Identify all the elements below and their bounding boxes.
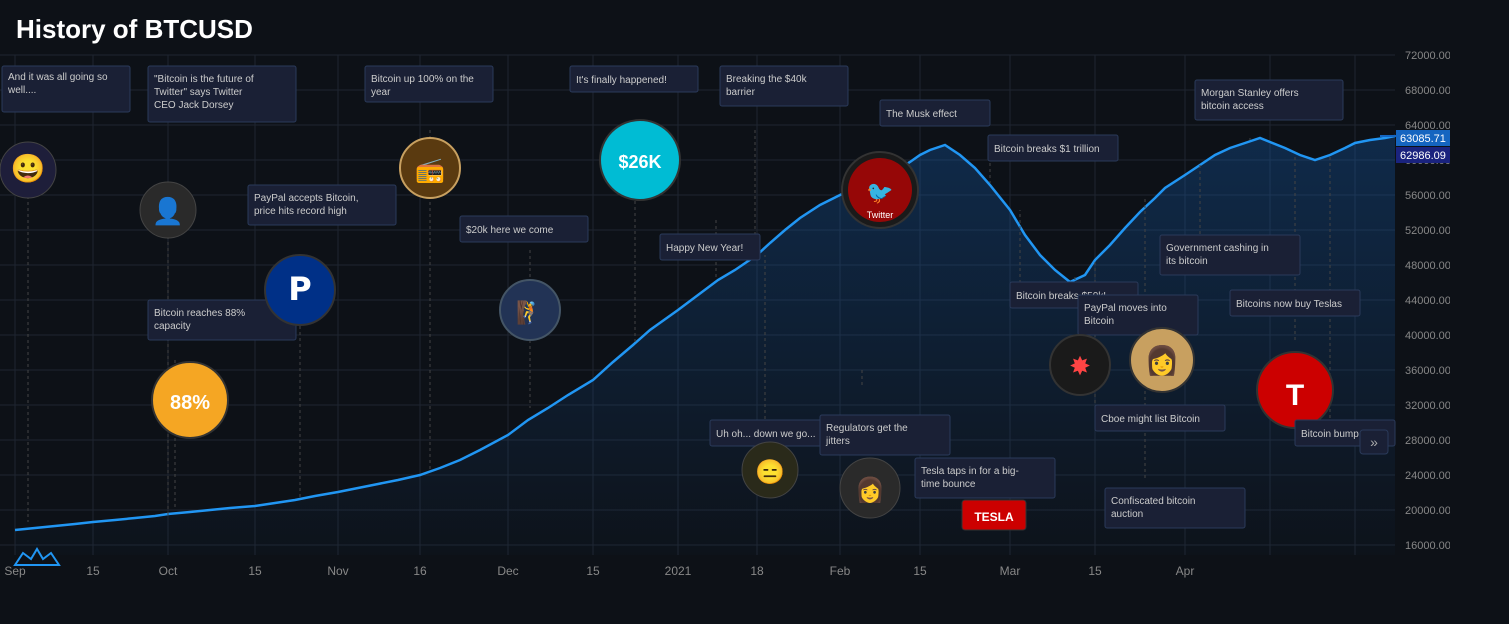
svg-text:15: 15 xyxy=(86,564,100,578)
svg-text:auction: auction xyxy=(1111,509,1143,520)
svg-text:👩: 👩 xyxy=(855,476,885,504)
svg-text:16: 16 xyxy=(413,564,427,578)
svg-text:And it was all going so: And it was all going so xyxy=(8,72,108,83)
svg-text:bitcoin access: bitcoin access xyxy=(1201,101,1264,112)
svg-text:Oct: Oct xyxy=(159,564,178,578)
svg-text:😀: 😀 xyxy=(11,153,46,184)
svg-text:Feb: Feb xyxy=(830,564,851,578)
svg-text:🧗: 🧗 xyxy=(516,300,543,325)
svg-text:»: » xyxy=(1370,434,1378,450)
svg-text:2021: 2021 xyxy=(665,564,692,578)
svg-text:32000.00: 32000.00 xyxy=(1405,400,1450,412)
svg-text:Uh oh... down we go...: Uh oh... down we go... xyxy=(716,429,816,440)
svg-text:its bitcoin: its bitcoin xyxy=(1166,256,1208,267)
svg-text:Twitter" says Twitter: Twitter" says Twitter xyxy=(154,87,243,98)
svg-text:T: T xyxy=(1286,379,1304,412)
svg-text:63085.71: 63085.71 xyxy=(1400,133,1446,145)
svg-text:Cboe might list Bitcoin: Cboe might list Bitcoin xyxy=(1101,414,1200,425)
svg-text:Apr: Apr xyxy=(1176,564,1195,578)
svg-text:Breaking the $40k: Breaking the $40k xyxy=(726,74,808,85)
svg-text:Bitcoin up 100% on the: Bitcoin up 100% on the xyxy=(371,74,474,85)
svg-text:16000.00: 16000.00 xyxy=(1405,540,1450,552)
svg-text:✸: ✸ xyxy=(1069,351,1091,381)
svg-text:price hits record high: price hits record high xyxy=(254,206,347,217)
svg-text:20000.00: 20000.00 xyxy=(1405,505,1450,517)
svg-text:$26K: $26K xyxy=(618,152,661,172)
svg-text:𝗣: 𝗣 xyxy=(288,271,311,307)
svg-text:PayPal moves into: PayPal moves into xyxy=(1084,303,1167,314)
svg-text:28000.00: 28000.00 xyxy=(1405,435,1450,447)
svg-text:62986.09: 62986.09 xyxy=(1400,150,1446,162)
svg-text:👩: 👩 xyxy=(1145,344,1180,377)
svg-text:Confiscated bitcoin: Confiscated bitcoin xyxy=(1111,496,1196,507)
svg-text:40000.00: 40000.00 xyxy=(1405,330,1450,342)
svg-text:Mar: Mar xyxy=(1000,564,1021,578)
svg-text:time bounce: time bounce xyxy=(921,479,976,490)
svg-text:Government cashing in: Government cashing in xyxy=(1166,243,1269,254)
svg-text:TESLA: TESLA xyxy=(974,510,1014,524)
svg-text:Morgan Stanley offers: Morgan Stanley offers xyxy=(1201,88,1299,99)
svg-text:"Bitcoin is the future of: "Bitcoin is the future of xyxy=(154,74,254,85)
svg-text:👤: 👤 xyxy=(152,196,184,226)
svg-text:Tesla taps in for a big-: Tesla taps in for a big- xyxy=(921,466,1019,477)
svg-text:15: 15 xyxy=(586,564,600,578)
page-title: History of BTCUSD xyxy=(16,14,253,45)
svg-text:Twitter: Twitter xyxy=(867,210,894,220)
svg-text:88%: 88% xyxy=(170,392,210,414)
svg-text:Bitcoin bump: Bitcoin bump xyxy=(1301,429,1359,440)
svg-text:well....: well.... xyxy=(7,85,36,96)
svg-text:The Musk effect: The Musk effect xyxy=(886,109,957,120)
svg-text:15: 15 xyxy=(1088,564,1102,578)
svg-text:year: year xyxy=(371,87,391,98)
svg-text:Dec: Dec xyxy=(497,564,518,578)
svg-text:15: 15 xyxy=(248,564,262,578)
svg-text:Bitcoin reaches 88%: Bitcoin reaches 88% xyxy=(154,308,245,319)
svg-text:🐦: 🐦 xyxy=(866,180,893,205)
svg-text:Bitcoin breaks $1 trillion: Bitcoin breaks $1 trillion xyxy=(994,144,1100,155)
svg-text:capacity: capacity xyxy=(154,321,191,332)
svg-text:48000.00: 48000.00 xyxy=(1405,260,1450,272)
svg-text:Sep: Sep xyxy=(4,564,26,578)
svg-text:18: 18 xyxy=(750,564,764,578)
svg-text:📻: 📻 xyxy=(415,157,445,184)
svg-text:15: 15 xyxy=(913,564,927,578)
svg-text:Nov: Nov xyxy=(327,564,348,578)
svg-text:56000.00: 56000.00 xyxy=(1405,190,1450,202)
svg-text:68000.00: 68000.00 xyxy=(1405,85,1450,97)
svg-text:It's finally happened!: It's finally happened! xyxy=(576,75,667,86)
svg-text:😑: 😑 xyxy=(755,459,785,486)
chart-container: History of BTCUSD xyxy=(0,0,1509,624)
svg-text:24000.00: 24000.00 xyxy=(1405,470,1450,482)
svg-text:44000.00: 44000.00 xyxy=(1405,295,1450,307)
svg-text:PayPal accepts Bitcoin,: PayPal accepts Bitcoin, xyxy=(254,193,359,204)
svg-text:Regulators get the: Regulators get the xyxy=(826,423,908,434)
svg-text:$20k here we come: $20k here we come xyxy=(466,225,554,236)
svg-text:barrier: barrier xyxy=(726,87,756,98)
svg-text:jitters: jitters xyxy=(825,436,850,447)
svg-text:Bitcoins now buy Teslas: Bitcoins now buy Teslas xyxy=(1236,299,1342,310)
svg-text:Bitcoin: Bitcoin xyxy=(1084,316,1114,327)
svg-text:Happy New Year!: Happy New Year! xyxy=(666,243,743,254)
svg-text:52000.00: 52000.00 xyxy=(1405,225,1450,237)
svg-text:CEO Jack Dorsey: CEO Jack Dorsey xyxy=(154,100,233,111)
svg-text:72000.00: 72000.00 xyxy=(1405,50,1450,62)
svg-text:36000.00: 36000.00 xyxy=(1405,365,1450,377)
